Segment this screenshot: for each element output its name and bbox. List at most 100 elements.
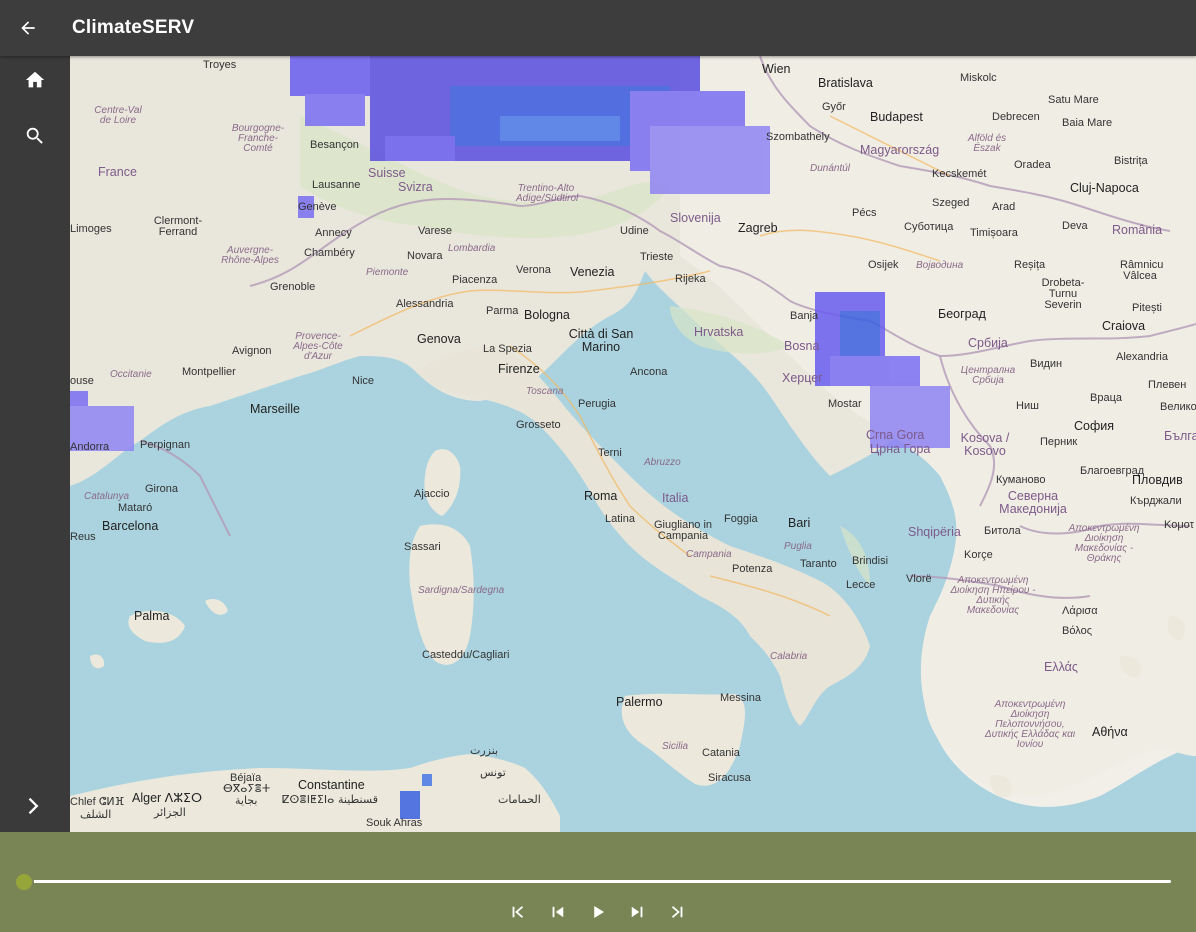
map-label: Annecy <box>315 227 352 239</box>
map-label: Genova <box>417 332 461 346</box>
map-label: Crna Gora <box>866 428 925 442</box>
back-button[interactable] <box>0 0 56 56</box>
map-label: Херцег <box>782 371 823 385</box>
map-label: Lausanne <box>312 179 361 191</box>
app-window: ClimateSERV Troyes Wien Bratislava Misko… <box>0 0 1196 932</box>
map-label: Mataró <box>118 502 153 514</box>
sidebar <box>0 56 70 832</box>
map-label: Andorra <box>70 441 110 453</box>
map-label: Ниш <box>1016 400 1039 412</box>
map-label: Szombathely <box>766 131 830 143</box>
map-label: Latina <box>605 513 635 525</box>
map-label: Parma <box>486 305 519 317</box>
map-label: Drobeta-Turnu Severin <box>1041 277 1085 311</box>
map-label: Clermont-Ferrand <box>153 215 203 238</box>
map-label: Grosseto <box>516 419 561 431</box>
map-label: Svizra <box>398 180 433 194</box>
last-frame-button[interactable] <box>665 900 689 924</box>
map-label: Reșița <box>1014 259 1046 271</box>
timeline-slider-thumb[interactable] <box>14 872 34 892</box>
map-label: قسنطينة <box>338 794 378 806</box>
map-label: تونس <box>480 767 506 779</box>
map-label: Novara <box>407 250 443 262</box>
map-label: Deva <box>1062 220 1088 232</box>
arrow-left-icon <box>21 21 35 35</box>
map-label: La Spezia <box>483 343 532 355</box>
map-label: Miskolc <box>960 72 997 84</box>
map-label: Chlef ⵛⵍⴼ <box>70 796 125 808</box>
map-label: Враца <box>1090 392 1122 404</box>
map-label: Αποκεντρωμένη Διοίκηση Πελοποννήσου, Δυτ… <box>984 699 1076 750</box>
map-label: Terni <box>598 447 622 459</box>
map-label: Alexandria <box>1116 351 1168 363</box>
map-label: Ajaccio <box>414 488 450 500</box>
map-label: Piacenza <box>452 274 498 286</box>
map-label: ⴱⴳⴰⵢⴻⵜ <box>223 783 271 795</box>
map-label: Brindisi <box>852 555 889 567</box>
map-label: Italia <box>662 491 689 505</box>
map-label: Nice <box>352 375 375 387</box>
map-label: Puglia <box>784 541 812 552</box>
map-label: Българ <box>1164 429 1196 443</box>
map-label: Lombardia <box>448 243 496 254</box>
play-button[interactable] <box>586 900 610 924</box>
map-label: Toscana <box>526 386 564 397</box>
map-label: Dunántúl <box>810 163 851 174</box>
skip-last-icon <box>671 906 683 918</box>
map-label: Campania <box>686 549 732 560</box>
map-label: الجزائر <box>154 807 186 819</box>
map-label: Mostar <box>828 398 862 410</box>
map-label: Auvergne-Rhône-Alpes <box>221 245 279 266</box>
map-label: Genève <box>298 201 337 213</box>
map-label: Lecce <box>846 579 876 591</box>
next-frame-button[interactable] <box>625 900 649 924</box>
map-label: Sicilia <box>662 741 689 752</box>
map-label: Pitești <box>1132 302 1162 314</box>
home-icon <box>25 71 45 88</box>
map-label: Видин <box>1030 358 1063 370</box>
map-label: Roma <box>584 489 618 503</box>
map-label: بجاية <box>235 795 258 807</box>
map-label: Kosova / Kosovo <box>960 431 1010 458</box>
map-label: Sassari <box>404 541 441 553</box>
map-label: Bistrița <box>1114 155 1148 167</box>
map-label: Alessandria <box>396 298 454 310</box>
first-frame-button[interactable] <box>506 900 530 924</box>
search-button[interactable] <box>15 116 55 156</box>
map-label: Bourgogne-Franche-Comté <box>231 123 285 154</box>
timeline-slider-track[interactable] <box>24 880 1171 883</box>
home-button[interactable] <box>15 60 55 100</box>
collapse-sidebar-button[interactable] <box>15 786 55 826</box>
app-title: ClimateSERV <box>72 17 195 38</box>
map-label: Ancona <box>630 366 668 378</box>
map-label: Pécs <box>852 207 877 219</box>
map-label: Verona <box>516 264 551 276</box>
map-label: Budapest <box>870 110 923 124</box>
map-label: Zagreb <box>738 221 778 235</box>
skip-previous-icon <box>552 906 564 918</box>
map-label: Alger ⴷⵣⵉⵔ <box>132 791 203 805</box>
map-label: Győr <box>822 101 846 113</box>
map-label: Limoges <box>70 223 112 235</box>
map-label: Perpignan <box>140 439 191 451</box>
skip-first-icon <box>512 906 524 918</box>
map-label: Magyarország <box>860 143 940 157</box>
map-label: Potenza <box>732 563 773 575</box>
previous-frame-button[interactable] <box>546 900 570 924</box>
map-label: Baia Mare <box>1062 117 1113 129</box>
map-label: Constantine <box>298 778 365 792</box>
map-label: Trentino-Alto Adige/Südtirol <box>516 183 579 204</box>
map-label: Abruzzo <box>644 457 681 468</box>
map-label: Arad <box>992 201 1016 213</box>
map-view[interactable]: Troyes Wien Bratislava Miskolc Satu Mare… <box>70 56 1196 832</box>
map-label: ouse <box>70 375 94 387</box>
map-label: Cluj-Napoca <box>1070 181 1139 195</box>
map-label: Hrvatska <box>694 325 744 339</box>
map-label: Alföld és Észak <box>967 133 1007 154</box>
map-label: Војводина <box>916 260 964 271</box>
map-label: Udine <box>620 225 649 237</box>
map-label: Београд <box>938 307 986 321</box>
map-label: Catalunya <box>84 491 130 502</box>
map-label: Timișoara <box>970 227 1018 239</box>
map-label: Αποκεντρωμένη Διοίκηση Ηπείρου - Δυτικής… <box>950 575 1036 616</box>
